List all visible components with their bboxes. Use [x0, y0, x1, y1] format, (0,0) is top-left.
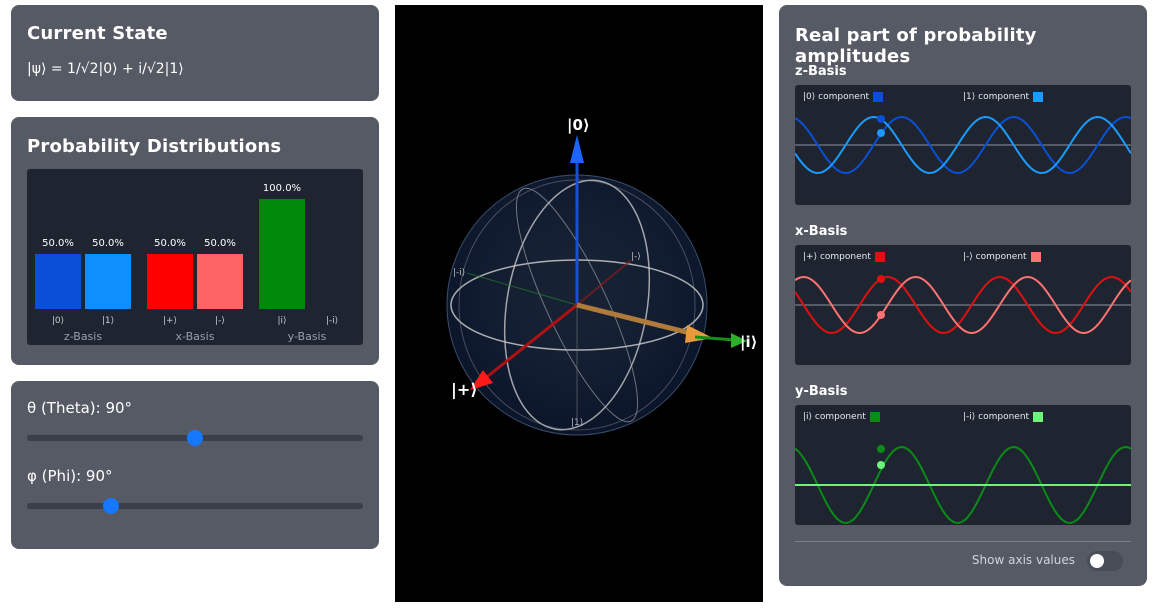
wave-marker	[877, 129, 885, 137]
probability-state-label: |-⟩	[215, 316, 225, 326]
controls-card: θ (Theta): 90° φ (Phi): 90°	[11, 381, 379, 549]
probability-state-label: |1⟩	[101, 316, 115, 326]
x-basis-plot: |+⟩ component |-⟩ component	[795, 245, 1131, 365]
legend-swatch	[1030, 252, 1041, 262]
wave-marker	[877, 115, 885, 123]
legend-label: |i⟩ component	[803, 412, 866, 422]
probability-bar	[147, 254, 193, 309]
legend-item: |-⟩ component	[963, 252, 1041, 262]
legend-item: |+⟩ component	[803, 252, 885, 262]
wave-plot-svg	[795, 275, 1131, 334]
legend-label: |-⟩ component	[963, 252, 1027, 262]
theta-slider-thumb[interactable]	[187, 430, 203, 446]
legend-item: |i⟩ component	[803, 412, 880, 422]
probability-state-label: |0⟩	[51, 316, 65, 326]
toggle-knob[interactable]	[1090, 554, 1104, 568]
legend-swatch	[1033, 412, 1044, 422]
show-axis-values-toggle[interactable]	[1087, 551, 1123, 571]
wave-plot-svg	[795, 445, 1131, 524]
current-state-card: Current State |ψ⟩ = 1/√2|0⟩ + i/√2|1⟩	[11, 5, 379, 101]
probability-bar	[85, 254, 131, 309]
label-minus-i: |-i⟩	[453, 268, 465, 278]
current-state-title: Current State	[27, 23, 168, 44]
wave-plot-svg	[795, 115, 1131, 174]
probability-value: 100.0%	[262, 183, 302, 194]
wave-marker	[877, 461, 885, 469]
probability-state-label: |+⟩	[162, 316, 178, 326]
label-zero: |0⟩	[567, 116, 590, 135]
show-axis-values-label: Show axis values	[971, 553, 1075, 567]
y-basis-plot: |i⟩ component |-i⟩ component	[795, 405, 1131, 525]
amplitudes-card: Real part of probability amplitudes z-Ba…	[779, 5, 1147, 586]
theta-label: θ (Theta): 90°	[27, 399, 133, 417]
basis-label: x-Basis	[175, 330, 215, 343]
phi-slider[interactable]	[27, 498, 363, 514]
legend-swatch	[874, 252, 885, 262]
probability-bar	[35, 254, 81, 309]
wave-marker	[877, 275, 885, 283]
probability-state-label: |i⟩	[277, 316, 287, 326]
legend-label: |0⟩ component	[803, 92, 870, 102]
probability-card: Probability Distributions 50.0% |0⟩ 50.0% |…	[11, 117, 379, 365]
z-basis-plot: |0⟩ component |1⟩ component	[795, 85, 1131, 205]
wave-marker	[877, 311, 885, 319]
wave-marker	[877, 445, 885, 453]
probability-value: 50.0%	[92, 238, 124, 249]
legend-swatch	[873, 92, 884, 102]
probability-state-label: |-i⟩	[325, 316, 339, 326]
phi-label: φ (Phi): 90°	[27, 467, 113, 485]
legend-item: |1⟩ component	[963, 92, 1044, 102]
divider	[795, 541, 1131, 542]
probability-value: 50.0%	[42, 238, 74, 249]
legend-label: |-i⟩ component	[963, 412, 1030, 422]
legend-label: |1⟩ component	[963, 92, 1030, 102]
legend-swatch	[1033, 92, 1044, 102]
amplitudes-title: Real part of probability amplitudes	[795, 25, 1037, 67]
bloch-sphere: |0⟩ |1⟩ |+⟩ |-⟩ |i⟩ |-i⟩	[446, 116, 757, 436]
x-basis-title: x-Basis	[795, 224, 848, 239]
probability-value: 50.0%	[204, 238, 236, 249]
z-basis-title: z-Basis	[795, 64, 847, 79]
phi-slider-thumb[interactable]	[103, 498, 119, 514]
probability-chart: 50.0% |0⟩ 50.0% |1⟩ 50.0% |+⟩ 50.0% |-⟩ 100.0% |i…	[27, 169, 363, 345]
label-minus: |-⟩	[631, 252, 641, 262]
label-i: |i⟩	[740, 333, 757, 352]
theta-slider[interactable]	[27, 430, 363, 446]
legend-label: |+⟩ component	[803, 252, 871, 262]
label-plus: |+⟩	[451, 380, 478, 400]
state-equation: |ψ⟩ = 1/√2|0⟩ + i/√2|1⟩	[27, 61, 184, 77]
legend-item: |0⟩ component	[803, 92, 884, 102]
legend-item: |-i⟩ component	[963, 412, 1044, 422]
probability-title: Probability Distributions	[27, 136, 282, 157]
label-one: |1⟩	[571, 418, 583, 428]
probability-bar	[259, 199, 305, 309]
basis-label: y-Basis	[287, 330, 327, 343]
y-basis-title: y-Basis	[795, 384, 848, 399]
basis-label: z-Basis	[63, 330, 103, 343]
bloch-sphere-view[interactable]: |0⟩ |1⟩ |+⟩ |-⟩ |i⟩ |-i⟩	[395, 5, 763, 602]
probability-value: 50.0%	[154, 238, 186, 249]
probability-bar	[197, 254, 243, 309]
legend-swatch	[869, 412, 880, 422]
